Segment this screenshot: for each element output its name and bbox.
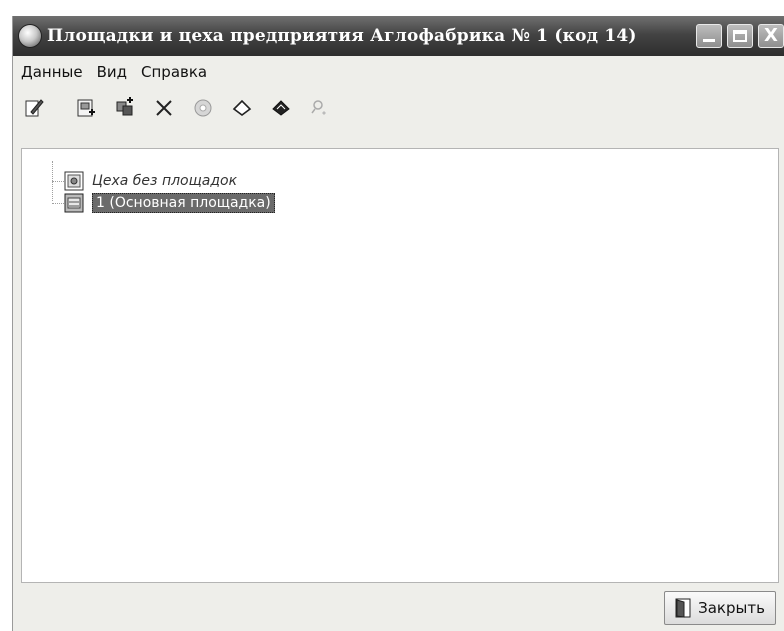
plant-icon <box>64 171 84 191</box>
eraser-outline-button[interactable] <box>227 93 257 123</box>
tree-node-label: 1 (Основная площадка) <box>92 193 275 213</box>
close-window-button[interactable]: X <box>758 24 784 48</box>
minimize-button[interactable] <box>696 24 722 48</box>
door-icon <box>675 598 691 618</box>
menu-data[interactable]: Данные <box>15 63 89 81</box>
window-title: Площадки и цеха предприятия Аглофабрика … <box>47 26 637 46</box>
add-group-icon <box>116 97 133 116</box>
menu-help[interactable]: Справка <box>135 63 213 81</box>
add-group-button[interactable] <box>110 93 140 123</box>
tree-connector <box>52 203 64 204</box>
add-item-button[interactable] <box>71 93 101 123</box>
menu-view[interactable]: Вид <box>91 63 133 81</box>
plant-tree[interactable]: Цеха без площадок 1 (Основная площадка) <box>21 148 779 583</box>
tree-node-no-site[interactable]: Цеха без площадок <box>64 169 237 193</box>
close-button[interactable]: Закрыть <box>664 591 776 625</box>
eraser-filled-icon <box>272 100 290 116</box>
maximize-button[interactable] <box>727 24 753 48</box>
toolbar <box>13 90 784 126</box>
close-icon: X <box>764 25 778 46</box>
delete-button[interactable] <box>149 93 179 123</box>
add-item-icon <box>77 99 95 117</box>
maximize-icon <box>733 30 747 42</box>
disc-button[interactable] <box>188 93 218 123</box>
tree-node-label: Цеха без площадок <box>92 173 238 189</box>
window-controls: X <box>696 24 784 48</box>
find-icon <box>311 100 326 115</box>
title-bar[interactable]: Площадки и цеха предприятия Аглофабрика … <box>13 16 784 56</box>
app-window: Площадки и цеха предприятия Аглофабрика … <box>12 16 784 631</box>
site-icon <box>64 193 84 213</box>
tree-connector <box>52 181 64 182</box>
delete-icon <box>156 100 172 116</box>
eraser-filled-button[interactable] <box>266 93 296 123</box>
disc-icon <box>194 99 212 117</box>
edit-icon <box>25 99 44 117</box>
menu-bar: Данные Вид Справка <box>13 58 784 86</box>
edit-button[interactable] <box>19 93 49 123</box>
tree-node-main-site[interactable]: 1 (Основная площадка) <box>64 191 275 215</box>
minimize-icon <box>703 39 715 42</box>
app-icon <box>19 25 41 47</box>
find-button[interactable] <box>305 93 335 123</box>
eraser-outline-icon <box>232 99 252 116</box>
close-button-label: Закрыть <box>698 599 765 617</box>
